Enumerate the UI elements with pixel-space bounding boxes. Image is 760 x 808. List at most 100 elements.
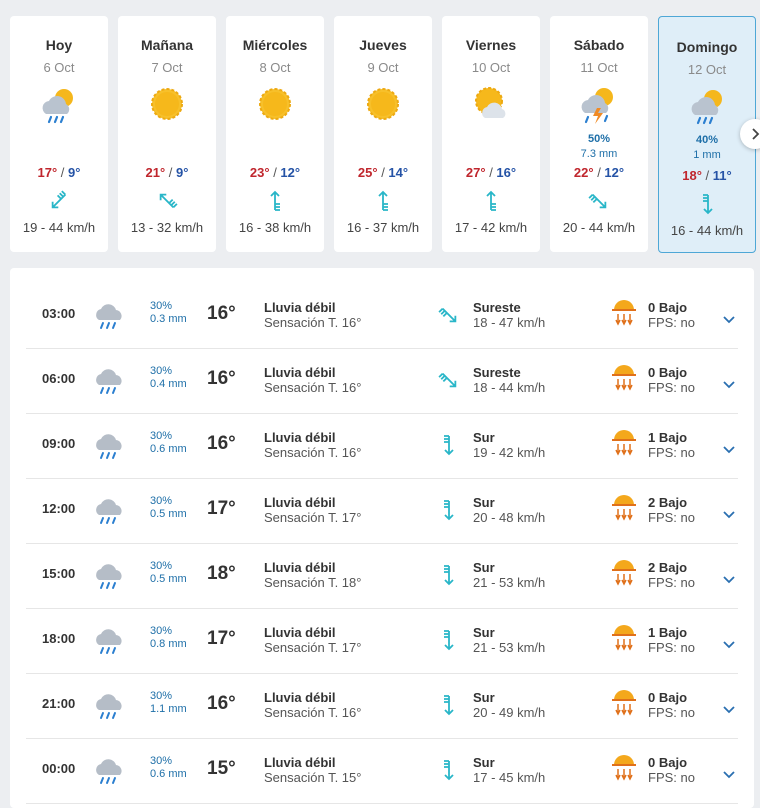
wind-info: Sur 19 - 42 km/h <box>473 430 545 460</box>
wind-info: Sur 21 - 53 km/h <box>473 560 545 590</box>
temp-max: 25° <box>357 165 378 180</box>
cloud-rain-icon <box>96 759 122 784</box>
wind-arrow-icon <box>270 190 280 211</box>
hour-row[interactable]: 09:00 30% 0.6 mm 16° Lluvia débil Sensació… <box>26 414 738 479</box>
wind-arrow-icon <box>378 190 388 211</box>
hour-row[interactable]: 12:00 30% 0.5 mm 17° Lluvia débil Sensació… <box>26 479 738 544</box>
hour-row[interactable]: 21:00 30% 1.1 mm 16° Lluvia débil Sensació… <box>26 674 738 739</box>
precip-probability: 30% <box>150 625 173 637</box>
condition: Lluvia débil Sensación T. 16° <box>264 365 361 395</box>
day-temps: 27° / 16° <box>465 165 517 180</box>
wind-info: Sur 17 - 45 km/h <box>473 755 545 785</box>
day-card-manana[interactable]: Mañana 7 Oct 21° / 9° 13 - 32 km/h <box>118 16 216 252</box>
precip-amount: 1.1 mm <box>150 703 187 715</box>
temp-min: 16° <box>496 165 517 180</box>
chevron-down-icon[interactable] <box>722 767 736 781</box>
precip-probability: 30% <box>150 300 173 312</box>
day-date: 10 Oct <box>471 60 511 75</box>
wind-info: Sur 20 - 49 km/h <box>473 690 545 720</box>
precip-amount: 0.5 mm <box>150 508 187 520</box>
wind-speed: 13 - 32 km/h <box>130 220 204 235</box>
chevron-down-icon[interactable] <box>722 312 736 326</box>
wind-direction: Sur <box>473 495 495 510</box>
sun-icon <box>367 88 399 120</box>
chevron-down-icon[interactable] <box>722 507 736 521</box>
sun-cloud-icon <box>475 87 506 118</box>
uv-info: 2 Bajo FPS: no <box>648 495 695 525</box>
precip-info: 30% 0.5 mm <box>150 560 187 586</box>
precip-probability: 30% <box>150 495 173 507</box>
hour-time: 15:00 <box>42 566 76 581</box>
precip-info: 30% 0.5 mm <box>150 495 187 521</box>
hour-row[interactable]: 15:00 30% 0.5 mm 18° Lluvia débil Sensació… <box>26 544 738 609</box>
wind-direction: Sureste <box>473 300 521 315</box>
chevron-down-icon[interactable] <box>722 572 736 586</box>
chevron-down-icon[interactable] <box>722 442 736 456</box>
wind-speed: 18 - 47 km/h <box>473 315 546 330</box>
day-card-sabado[interactable]: Sábado 11 Oct 50% 7.3 mm 22° / 12° 20 - … <box>550 16 648 252</box>
day-card-hoy[interactable]: Hoy 6 Oct 17° / 9° 19 - 44 km/h <box>10 16 108 252</box>
wind-arrow-icon <box>444 760 454 781</box>
precip-amount: 0.8 mm <box>150 638 187 650</box>
day-temps: 23° / 12° <box>249 165 301 180</box>
wind-direction: Sur <box>473 560 495 575</box>
condition-text: Lluvia débil <box>264 625 336 640</box>
uv-info: 0 Bajo FPS: no <box>648 755 695 785</box>
cloud-rain-icon <box>96 629 122 654</box>
uv-info: 0 Bajo FPS: no <box>648 690 695 720</box>
hour-row[interactable]: 06:00 30% 0.4 mm 16° Lluvia débil Sensació… <box>26 349 738 414</box>
precip-info: 30% 0.4 mm <box>150 365 187 391</box>
wind-speed: 19 - 44 km/h <box>22 220 96 235</box>
chevron-down-icon[interactable] <box>722 702 736 716</box>
chevron-down-icon[interactable] <box>722 637 736 651</box>
condition-text: Lluvia débil <box>264 690 336 705</box>
uv-index: 1 Bajo <box>648 625 688 640</box>
fps: FPS: no <box>648 640 695 655</box>
precip-probability: 30% <box>150 430 173 442</box>
day-card-miercoles[interactable]: Miércoles 8 Oct 23° / 12° 16 - 38 km/h <box>226 16 324 252</box>
hour-row[interactable]: 03:00 30% 0.3 mm 16° Lluvia débil Sensació… <box>26 284 738 349</box>
wind-arrow-icon <box>51 190 67 209</box>
precip-amount: 0.4 mm <box>150 378 187 390</box>
temp-max: 21° <box>145 165 166 180</box>
feels-like: Sensación T. 16° <box>264 380 362 395</box>
hourly-forecast: 03:00 30% 0.3 mm 16° Lluvia débil Sensació… <box>10 268 754 808</box>
day-date: 8 Oct <box>259 60 291 75</box>
hour-temp: 15° <box>207 758 236 779</box>
uv-sun-icon <box>612 755 636 781</box>
day-temps: 17° / 9° <box>37 165 81 180</box>
uv-info: 0 Bajo FPS: no <box>648 365 695 395</box>
cloud-rain-icon <box>96 564 122 589</box>
wind-arrow-icon <box>438 307 457 323</box>
sun-cloud-rain-icon <box>691 90 722 125</box>
condition-text: Lluvia débil <box>264 365 336 380</box>
day-temps: 18° / 11° <box>682 168 732 183</box>
precip-amount: 0.5 mm <box>150 573 187 585</box>
chevron-down-icon[interactable] <box>722 377 736 391</box>
precip-prob: 50% <box>550 132 648 146</box>
wind-arrow-icon <box>703 194 713 215</box>
uv-sun-icon <box>612 625 636 651</box>
fps: FPS: no <box>648 315 695 330</box>
day-temps: 25° / 14° <box>357 165 409 180</box>
day-name: Mañana <box>140 37 194 53</box>
feels-like: Sensación T. 16° <box>264 705 362 720</box>
wind-speed: 20 - 44 km/h <box>562 220 636 235</box>
hour-time: 06:00 <box>42 371 76 386</box>
uv-sun-icon <box>612 560 636 586</box>
sun-icon <box>151 88 183 120</box>
feels-like: Sensación T. 16° <box>264 315 362 330</box>
temp-min: 12° <box>280 165 301 180</box>
hour-temp: 17° <box>207 628 236 649</box>
hour-row[interactable]: 18:00 30% 0.8 mm 17° Lluvia débil Sensació… <box>26 609 738 674</box>
condition: Lluvia débil Sensación T. 18° <box>264 560 361 590</box>
hour-row[interactable]: 00:00 30% 0.6 mm 15° Lluvia débil Sensació… <box>26 739 738 804</box>
hour-temp: 16° <box>207 368 236 389</box>
day-card-jueves[interactable]: Jueves 9 Oct 25° / 14° 16 - 37 km/h <box>334 16 432 252</box>
day-card-viernes[interactable]: Viernes 10 Oct 27° / 16° 17 - 42 km/h <box>442 16 540 252</box>
precip-probability: 40% <box>695 134 719 146</box>
condition-text: Lluvia débil <box>264 755 336 770</box>
precip-probability: 30% <box>150 365 173 377</box>
wind-arrow-icon <box>444 500 454 521</box>
wind-speed: 18 - 44 km/h <box>473 380 546 395</box>
